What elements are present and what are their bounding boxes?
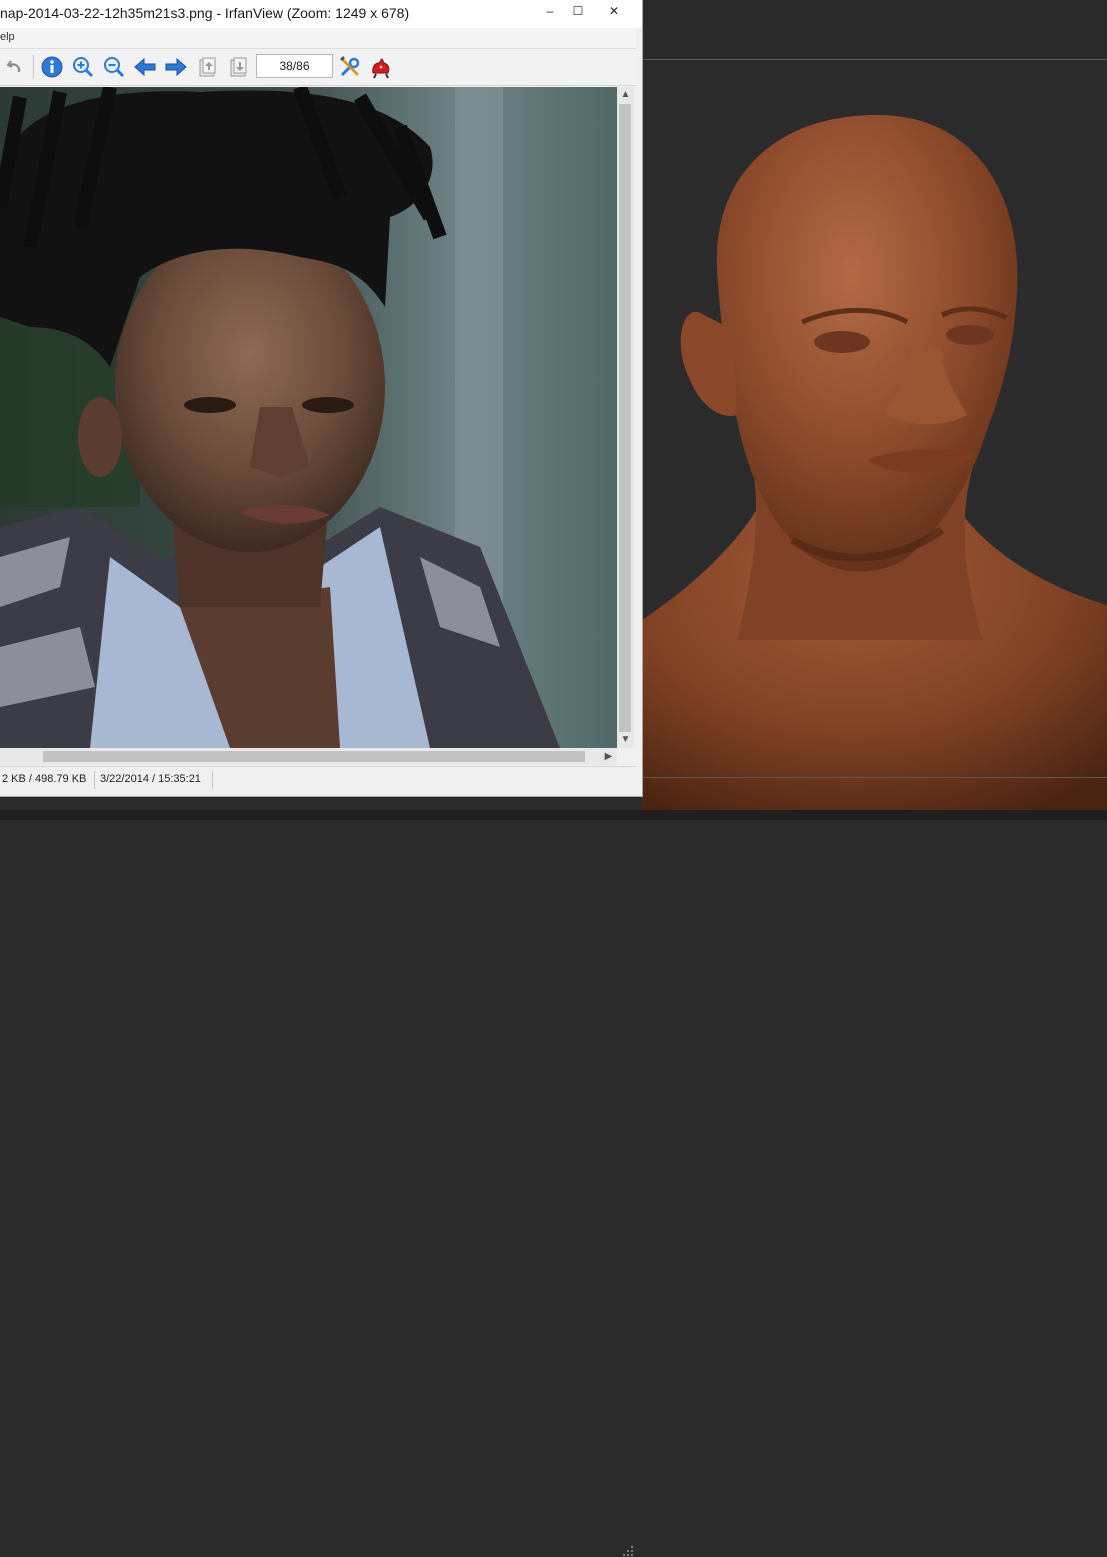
next-arrow-icon[interactable] [163,54,189,80]
close-button[interactable]: ✕ [592,0,636,22]
toolbar: 38/86 [0,49,636,86]
photo-eye-right [302,397,354,413]
photo-eye-left [184,397,236,413]
scroll-up-icon[interactable]: ▲ [617,87,634,103]
vertical-scroll-thumb[interactable] [619,104,631,732]
title-bar[interactable]: nap-2014-03-22-12h35m21s3.png - IrfanVie… [0,0,642,28]
page-indicator-field[interactable]: 38/86 [256,54,333,78]
status-divider [94,771,95,789]
horizontal-scroll-thumb[interactable] [43,751,585,762]
horizontal-scrollbar[interactable]: ▶ [0,748,617,765]
prev-arrow-icon[interactable] [132,54,158,80]
copy-up-icon[interactable] [195,54,221,80]
photo-ear [78,397,122,477]
menu-help[interactable]: elp [0,31,15,43]
info-icon[interactable] [39,54,65,80]
irfan-cat-icon[interactable] [368,54,394,80]
zoom-out-icon[interactable] [101,54,127,80]
toolbar-separator [33,55,34,79]
sculpt-viewport[interactable] [642,60,1107,812]
scrollbar-corner [617,748,634,765]
vertical-scrollbar[interactable]: ▲ ▼ [617,87,634,748]
irfanview-window: nap-2014-03-22-12h35m21s3.png - IrfanVie… [0,0,643,1556]
maximize-button[interactable]: ☐ [564,0,592,22]
resize-grip-icon[interactable] [622,1545,634,1557]
menu-bar: elp [0,28,636,49]
properties-icon[interactable] [337,54,363,80]
sculpt-eye-left [814,331,870,353]
status-divider [212,771,213,789]
sculpt-app-divider-bottom [642,777,1107,778]
undo-icon[interactable] [2,54,28,80]
scroll-right-icon[interactable]: ▶ [600,748,617,765]
sculpt-app-top-strip [642,0,1107,60]
status-bar: 2 KB / 498.79 KB 3/22/2014 / 15:35:21 [0,766,636,1556]
status-file-size: 2 KB / 498.79 KB [2,773,87,785]
window-title: nap-2014-03-22-12h35m21s3.png - IrfanVie… [0,5,410,21]
photo-face [115,222,385,552]
image-viewer-canvas[interactable] [0,87,617,748]
sculpt-eye-right [946,325,994,345]
sculpt-ear [680,312,737,416]
minimize-button[interactable]: – [536,0,564,22]
status-datetime: 3/22/2014 / 15:35:21 [100,773,201,785]
copy-down-icon[interactable] [226,54,252,80]
scroll-down-icon[interactable]: ▼ [617,732,634,748]
zoom-in-icon[interactable] [70,54,96,80]
taskbar-edge [0,810,1107,820]
